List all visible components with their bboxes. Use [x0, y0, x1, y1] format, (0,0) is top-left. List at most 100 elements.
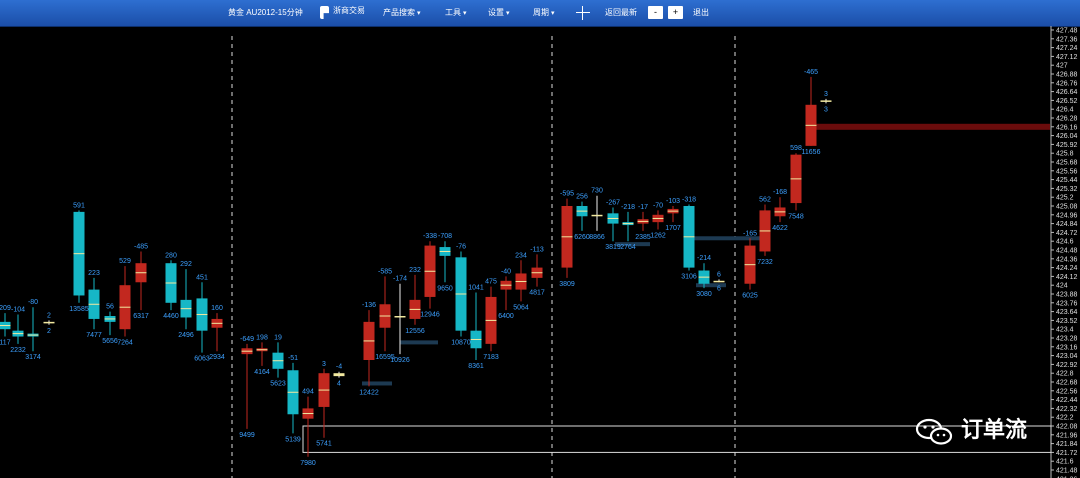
candle-body [43, 321, 55, 324]
toolbar: 黄金 AU2012-15分钟 浙商交易 产品搜索 工具 设置 周期 返回最新 -… [0, 0, 1080, 27]
candle-delta-label: 256 [576, 194, 588, 201]
candle-volume-label: 2496 [178, 332, 194, 339]
candle-volume-label: 5741 [316, 441, 332, 448]
menu-period[interactable]: 周期 [533, 0, 554, 26]
menu-tools[interactable]: 工具 [445, 0, 466, 26]
price-axis-label: 423.88 [1056, 292, 1078, 299]
price-chart[interactable]: 427.48427.36 427.24 427.12 427 426.88426.76 4… [0, 26, 1080, 478]
candle-volume-label: 5656 [102, 338, 118, 345]
candle-volume-label: 5139 [285, 436, 301, 443]
candle-volume-label: 4 [337, 381, 341, 388]
price-axis-label: 424.84 [1056, 221, 1078, 228]
candle-volume-label: 3174 [25, 354, 41, 361]
candle-delta-label: 160 [211, 305, 223, 312]
price-axis-label: 424 [1056, 283, 1068, 290]
candle-volume-label: 10870 [451, 340, 471, 347]
candle-delta-label: -136 [362, 302, 376, 309]
candle-delta-label: -113 [530, 246, 544, 253]
candle-delta-label: 494 [302, 389, 314, 396]
candle-delta-label: -708 [438, 233, 452, 240]
price-axis-label: 427.36 [1056, 36, 1078, 43]
candle-delta-label: -4 [336, 364, 342, 371]
logo-text: 浙商交易 [333, 6, 365, 15]
candle-volume-label: 6400 [498, 313, 514, 320]
candle-delta-label: 292 [180, 261, 192, 268]
price-axis-label: 425.2 [1056, 195, 1074, 202]
instrument-title[interactable]: 黄金 AU2012-15分钟 [228, 0, 303, 26]
price-axis-label: 424.36 [1056, 256, 1078, 263]
price-axis-label: 426.4 [1056, 107, 1074, 114]
zoom-in-button[interactable]: + [668, 6, 683, 19]
menu-product-search[interactable]: 产品搜索 [383, 0, 420, 26]
candle-volume-label: 4817 [529, 290, 545, 297]
candle-volume-label: 3809 [559, 281, 575, 288]
candle-delta-label: -174 [393, 276, 407, 283]
price-axis-label: 423.76 [1056, 300, 1078, 307]
exit-button[interactable]: 退出 [693, 0, 709, 26]
candle-delta-label: -218 [621, 204, 635, 211]
volume-shelf [816, 123, 1050, 130]
candle-volume-label: 6063 [194, 356, 210, 363]
price-axis-label: 425.68 [1056, 160, 1078, 167]
price-axis-label: 427.24 [1056, 45, 1078, 52]
candle-volume-label: 10926 [390, 357, 410, 364]
wechat-icon [915, 418, 953, 445]
price-axis-label: 427 [1056, 63, 1068, 70]
candle-body [333, 373, 345, 377]
candle-volume-label: 3819 [605, 244, 621, 251]
price-axis-label: 421.48 [1056, 468, 1078, 475]
candle-delta-label: 562 [759, 197, 771, 204]
price-axis-label: 423.28 [1056, 336, 1078, 343]
candle-delta-label: -267 [606, 199, 620, 206]
price-axis-label: 422.2 [1056, 415, 1074, 422]
price-axis-label: 426.52 [1056, 98, 1078, 105]
candle-volume-label: 7183 [483, 354, 499, 361]
price-axis-label: 421.96 [1056, 432, 1078, 439]
candle-delta-label: 529 [119, 258, 131, 265]
candle-delta-label: -104 [11, 307, 25, 314]
logo-icon [320, 6, 329, 19]
zoom-out-button[interactable]: - [648, 6, 663, 19]
candle-delta-label: 280 [165, 252, 177, 259]
candle-delta-label: -51 [288, 355, 298, 362]
menu-settings[interactable]: 设置 [488, 0, 509, 26]
candle-volume-label: 3 [824, 106, 828, 113]
candle-delta-label: -585 [378, 268, 392, 275]
candle-delta-label: 56 [106, 304, 114, 311]
price-axis-label: 422.56 [1056, 388, 1078, 395]
candle-delta-label: 19 [274, 334, 282, 341]
candle-volume-label: 8866 [589, 234, 605, 241]
price-axis-label: 424.96 [1056, 212, 1078, 219]
candle-delta-label: 730 [591, 188, 603, 195]
candle-delta-label: 475 [485, 279, 497, 286]
crosshair-icon[interactable] [576, 6, 590, 20]
candle-volume-label: 2 [47, 328, 51, 335]
candle-volume-label: 4164 [254, 369, 270, 376]
candle-volume-label: 12556 [405, 328, 425, 335]
candle-delta-label: -80 [28, 299, 38, 306]
candle-volume-label: 4460 [163, 313, 179, 320]
candle-delta-label: -165 [743, 230, 757, 237]
price-axis-label: 423.04 [1056, 353, 1078, 360]
price-axis-label: 427.12 [1056, 54, 1078, 61]
candle-volume-label: 5064 [513, 304, 529, 311]
volume-shelf [362, 381, 392, 386]
candle-volume-label: 1262 [650, 232, 666, 239]
candle-volume-label: 2934 [209, 354, 225, 361]
candle-delta-label: -649 [240, 336, 254, 343]
price-axis-label: 425.8 [1056, 151, 1074, 158]
price-axis-label: 426.16 [1056, 124, 1078, 131]
price-axis-label: 423.4 [1056, 327, 1074, 334]
candle-volume-label: 12946 [420, 312, 440, 319]
candle-body [591, 214, 603, 217]
volume-shelf [696, 283, 726, 288]
candle-body [394, 316, 406, 318]
price-axis-label: 421.84 [1056, 441, 1078, 448]
price-axis-label: 425.08 [1056, 204, 1078, 211]
candle-delta-label: -214 [697, 255, 711, 262]
candle-delta-label: 591 [73, 202, 85, 209]
watermark-text: 订单流 [961, 418, 1028, 443]
return-latest-button[interactable]: 返回最新 [605, 0, 637, 26]
candle-volume-label: 6025 [742, 293, 758, 300]
candle-body [820, 100, 832, 102]
